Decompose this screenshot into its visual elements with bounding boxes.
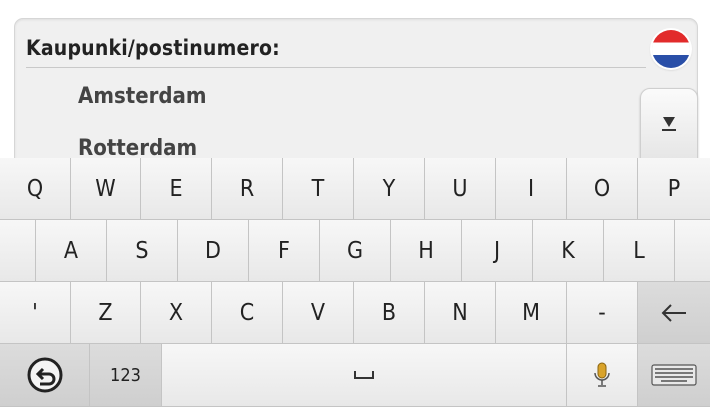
key-v[interactable]: V	[283, 282, 354, 344]
key-n[interactable]: N	[425, 282, 496, 344]
screen: { "search": { "label": "Kaupunki/postinu…	[0, 0, 710, 407]
back-circle-icon	[27, 357, 62, 393]
key-r[interactable]: R	[212, 158, 283, 220]
key-z[interactable]: Z	[71, 282, 141, 344]
key-a[interactable]: A	[36, 220, 107, 282]
key-h[interactable]: H	[391, 220, 462, 282]
key-hyphen[interactable]: -	[567, 282, 638, 344]
key-u[interactable]: U	[425, 158, 496, 220]
scroll-down-button[interactable]	[640, 88, 698, 160]
scroll-down-icon	[662, 117, 676, 131]
search-label: Kaupunki/postinumero:	[26, 36, 280, 60]
key-s[interactable]: S	[107, 220, 178, 282]
key-w[interactable]: W	[71, 158, 141, 220]
key-f[interactable]: F	[249, 220, 320, 282]
key-g[interactable]: G	[320, 220, 391, 282]
netherlands-flag-icon[interactable]	[652, 30, 690, 68]
key-d[interactable]: D	[178, 220, 249, 282]
space-bar-icon	[354, 371, 374, 379]
keyboard-icon	[651, 364, 697, 386]
keyboard: Q W E R T Y U I O P A S D F G H J K L ' …	[0, 158, 710, 407]
key-i[interactable]: I	[496, 158, 567, 220]
key-y[interactable]: Y	[354, 158, 425, 220]
numbers-key[interactable]: 123	[90, 344, 162, 407]
keyboard-layout-button[interactable]	[638, 344, 710, 407]
backspace-key[interactable]	[638, 282, 710, 344]
key-l[interactable]: L	[604, 220, 675, 282]
key-apostrophe[interactable]: '	[0, 282, 71, 344]
key-o[interactable]: O	[567, 158, 638, 220]
back-button[interactable]	[0, 344, 90, 407]
key-m[interactable]: M	[496, 282, 567, 344]
key-e[interactable]: E	[141, 158, 212, 220]
suggestion-amsterdam[interactable]: Amsterdam	[78, 84, 207, 109]
search-input-line[interactable]	[26, 67, 646, 68]
microphone-icon	[594, 362, 610, 387]
key-spacer-left	[0, 220, 36, 282]
key-k[interactable]: K	[533, 220, 604, 282]
key-c[interactable]: C	[212, 282, 283, 344]
key-x[interactable]: X	[141, 282, 212, 344]
space-bar[interactable]	[162, 344, 567, 407]
voice-input-button[interactable]	[567, 344, 638, 407]
key-j[interactable]: J	[462, 220, 533, 282]
key-b[interactable]: B	[354, 282, 425, 344]
key-t[interactable]: T	[283, 158, 354, 220]
key-p[interactable]: P	[638, 158, 710, 220]
key-spacer-right	[675, 220, 710, 282]
backspace-arrow-icon	[661, 303, 686, 322]
key-q[interactable]: Q	[0, 158, 71, 220]
